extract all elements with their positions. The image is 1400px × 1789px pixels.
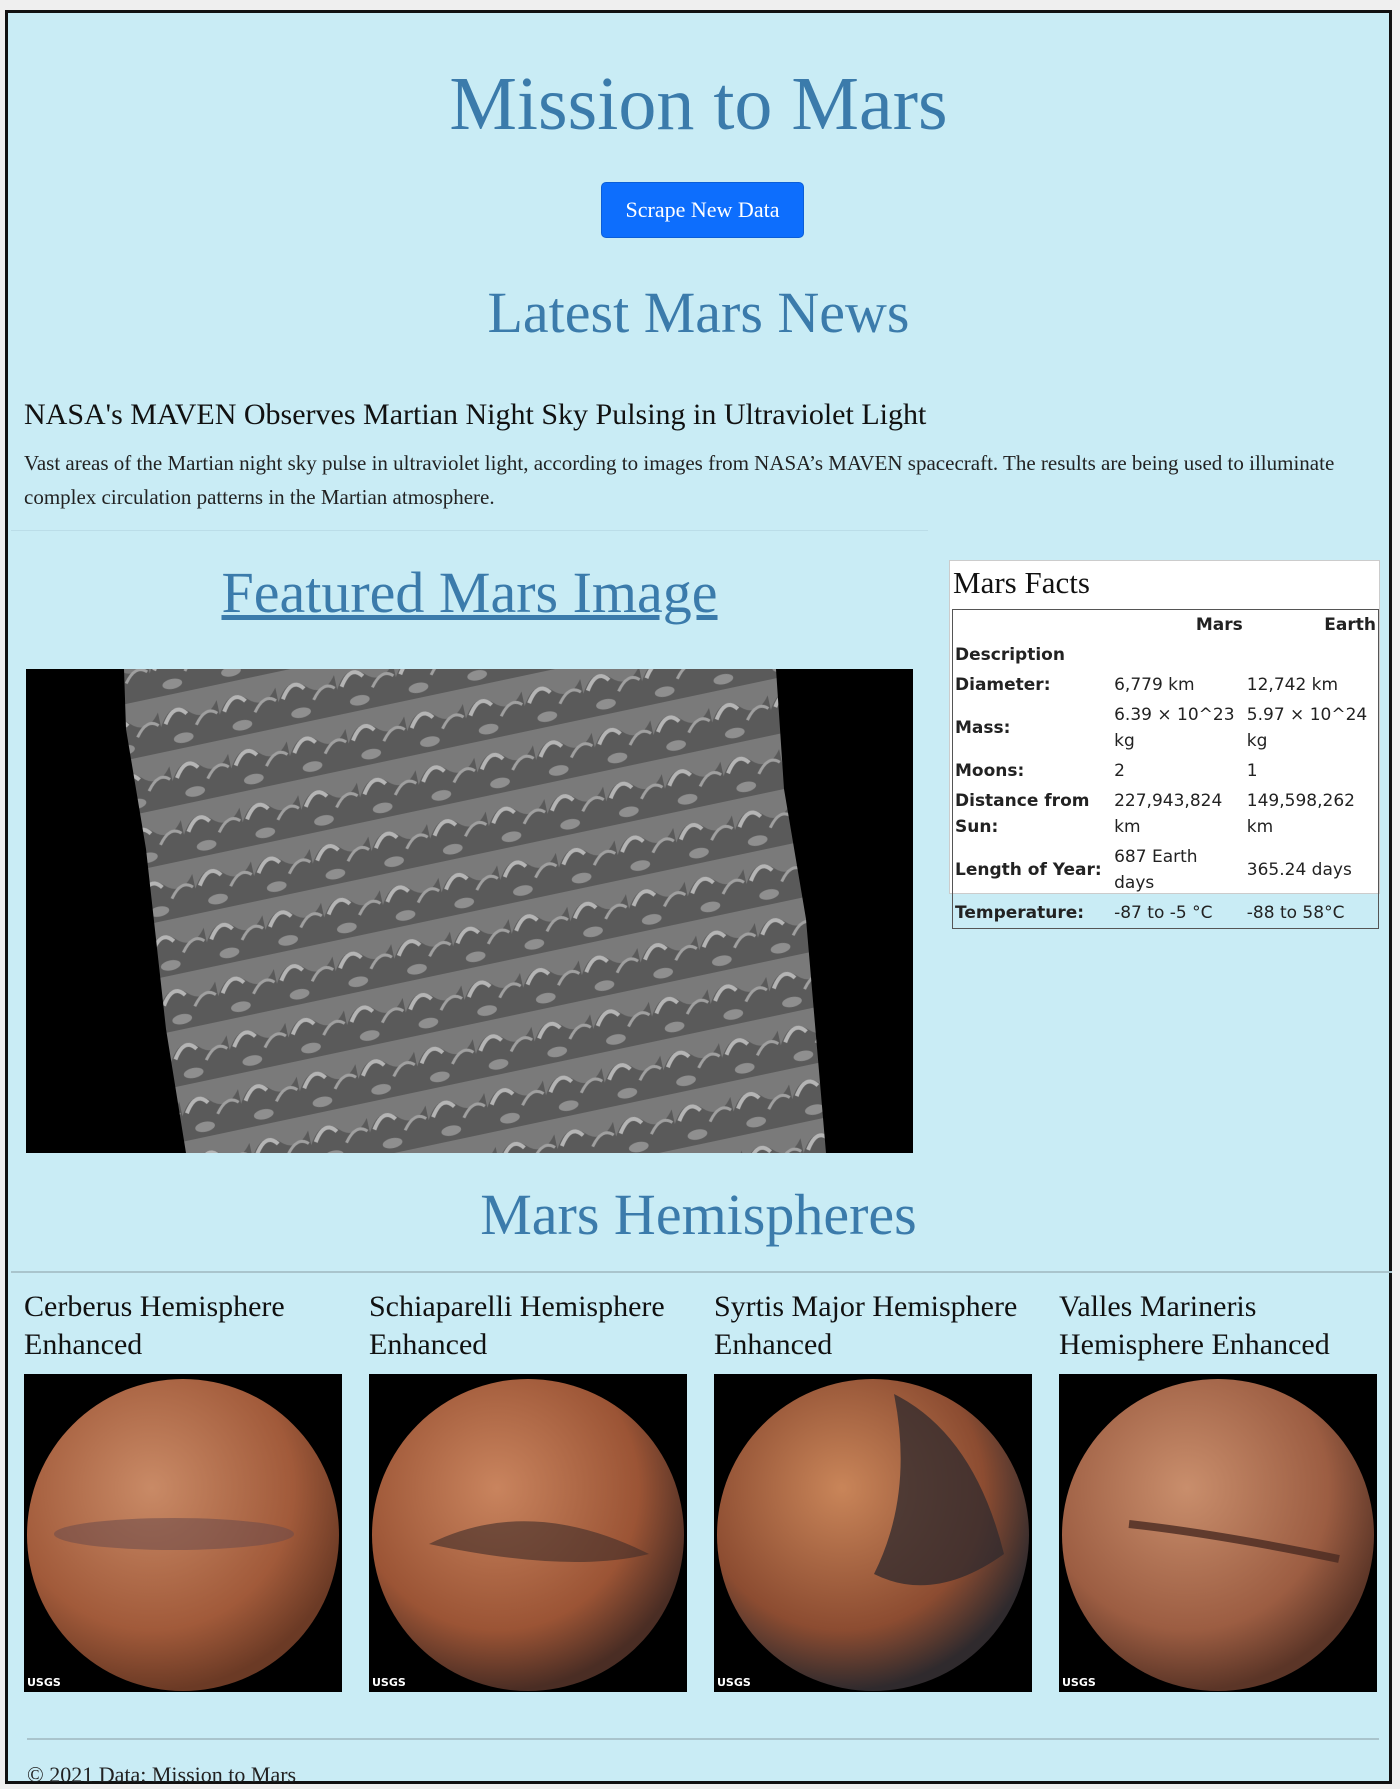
fact-mars-value: 6,779 km bbox=[1114, 675, 1195, 695]
mars-facts-table: Mars Earth Description Diameter: 6,779 k… bbox=[952, 609, 1379, 929]
facts-header-mars: Mars bbox=[1195, 615, 1243, 635]
fact-mars-value: 227,943,824 km bbox=[1114, 791, 1223, 837]
fact-mars-value: 687 Earth days bbox=[1114, 847, 1198, 893]
facts-index-row: Description bbox=[953, 640, 1379, 670]
news-title: NASA's MAVEN Observes Martian Night Sky … bbox=[24, 398, 927, 431]
fact-label: Length of Year: bbox=[955, 860, 1102, 880]
footer-divider bbox=[27, 1738, 1379, 1740]
table-row: Moons: 2 1 bbox=[953, 756, 1379, 786]
hemispheres-heading: Mars Hemispheres bbox=[480, 1182, 917, 1247]
fact-earth-value: 149,598,262 km bbox=[1246, 791, 1355, 837]
facts-index-label: Description bbox=[955, 645, 1065, 665]
facts-header-row: Mars Earth bbox=[953, 610, 1379, 641]
news-paragraph: Vast areas of the Martian night sky puls… bbox=[24, 451, 1335, 509]
hemisphere-card-syrtis-major[interactable]: Syrtis Major Hemisphere Enhanced USGS bbox=[714, 1288, 1032, 1692]
hemisphere-image[interactable]: USGS bbox=[369, 1374, 687, 1692]
facts-header-blank bbox=[953, 610, 1113, 641]
fact-label: Distance from Sun: bbox=[955, 791, 1090, 837]
fact-earth-value: -88 to 58°C bbox=[1246, 903, 1345, 923]
fact-mars-value: 2 bbox=[1114, 761, 1125, 781]
dune-field-image bbox=[26, 669, 913, 1153]
fact-label: Diameter: bbox=[955, 675, 1051, 695]
hemispheres-divider bbox=[11, 1271, 1392, 1273]
featured-image-section: Featured Mars Image bbox=[11, 530, 928, 1170]
table-row: Diameter: 6,779 km 12,742 km bbox=[953, 670, 1379, 700]
scrape-new-data-button[interactable]: Scrape New Data bbox=[601, 182, 804, 238]
facts-index-blank bbox=[1112, 640, 1245, 670]
page-title: Mission to Mars bbox=[449, 62, 948, 146]
hemisphere-card-schiaparelli[interactable]: Schiaparelli Hemisphere Enhanced USGS bbox=[369, 1288, 687, 1692]
mars-facts-title: Mars Facts bbox=[953, 565, 1090, 600]
mars-globe-image bbox=[372, 1379, 684, 1691]
hemisphere-title: Schiaparelli Hemisphere Enhanced bbox=[369, 1290, 665, 1361]
usgs-logo: USGS bbox=[717, 1676, 751, 1689]
hemisphere-card-cerberus[interactable]: Cerberus Hemisphere Enhanced USGS bbox=[24, 1288, 342, 1692]
hemisphere-image[interactable]: USGS bbox=[24, 1374, 342, 1692]
fact-label: Moons: bbox=[955, 761, 1025, 781]
usgs-logo: USGS bbox=[372, 1676, 406, 1689]
mars-globe-image bbox=[717, 1379, 1029, 1691]
table-row: Temperature: -87 to -5 °C -88 to 58°C bbox=[953, 898, 1379, 929]
mars-globe-image bbox=[27, 1379, 339, 1691]
fact-label: Temperature: bbox=[955, 903, 1085, 923]
fact-earth-value: 12,742 km bbox=[1246, 675, 1339, 695]
facts-header-earth: Earth bbox=[1324, 615, 1376, 635]
table-row: Length of Year: 687 Earth days 365.24 da… bbox=[953, 842, 1379, 898]
hemisphere-image[interactable]: USGS bbox=[714, 1374, 1032, 1692]
facts-index-blank bbox=[1245, 640, 1379, 670]
table-row: Distance from Sun: 227,943,824 km 149,59… bbox=[953, 786, 1379, 842]
hemisphere-image[interactable]: USGS bbox=[1059, 1374, 1377, 1692]
fact-earth-value: 365.24 days bbox=[1246, 860, 1352, 880]
hemisphere-title: Valles Marineris Hemisphere Enhanced bbox=[1059, 1290, 1330, 1361]
usgs-logo: USGS bbox=[27, 1676, 61, 1689]
mars-facts-panel: Mars Facts Mars Earth Description Diamet… bbox=[949, 560, 1380, 929]
hemisphere-card-valles-marineris[interactable]: Valles Marineris Hemisphere Enhanced USG… bbox=[1059, 1288, 1377, 1692]
usgs-logo: USGS bbox=[1062, 1676, 1096, 1689]
mars-globe-image bbox=[1062, 1379, 1374, 1691]
fact-label: Mass: bbox=[955, 718, 1011, 738]
page-container: Mission to Mars Scrape New Data Latest M… bbox=[5, 10, 1392, 1787]
featured-image-link[interactable]: Featured Mars Image bbox=[11, 561, 928, 625]
featured-mars-image[interactable] bbox=[26, 669, 913, 1153]
fact-earth-value: 5.97 × 10^24 kg bbox=[1246, 705, 1368, 751]
fact-mars-value: -87 to -5 °C bbox=[1114, 903, 1213, 923]
hemisphere-title: Syrtis Major Hemisphere Enhanced bbox=[714, 1290, 1018, 1361]
fact-earth-value: 1 bbox=[1246, 761, 1258, 781]
hemisphere-title: Cerberus Hemisphere Enhanced bbox=[24, 1290, 285, 1361]
fact-mars-value: 6.39 × 10^23 kg bbox=[1114, 705, 1235, 751]
footer-copyright: © 2021 Data: Mission to Mars bbox=[27, 1762, 297, 1787]
table-row: Mass: 6.39 × 10^23 kg 5.97 × 10^24 kg bbox=[953, 700, 1379, 756]
latest-news-heading: Latest Mars News bbox=[487, 280, 910, 345]
